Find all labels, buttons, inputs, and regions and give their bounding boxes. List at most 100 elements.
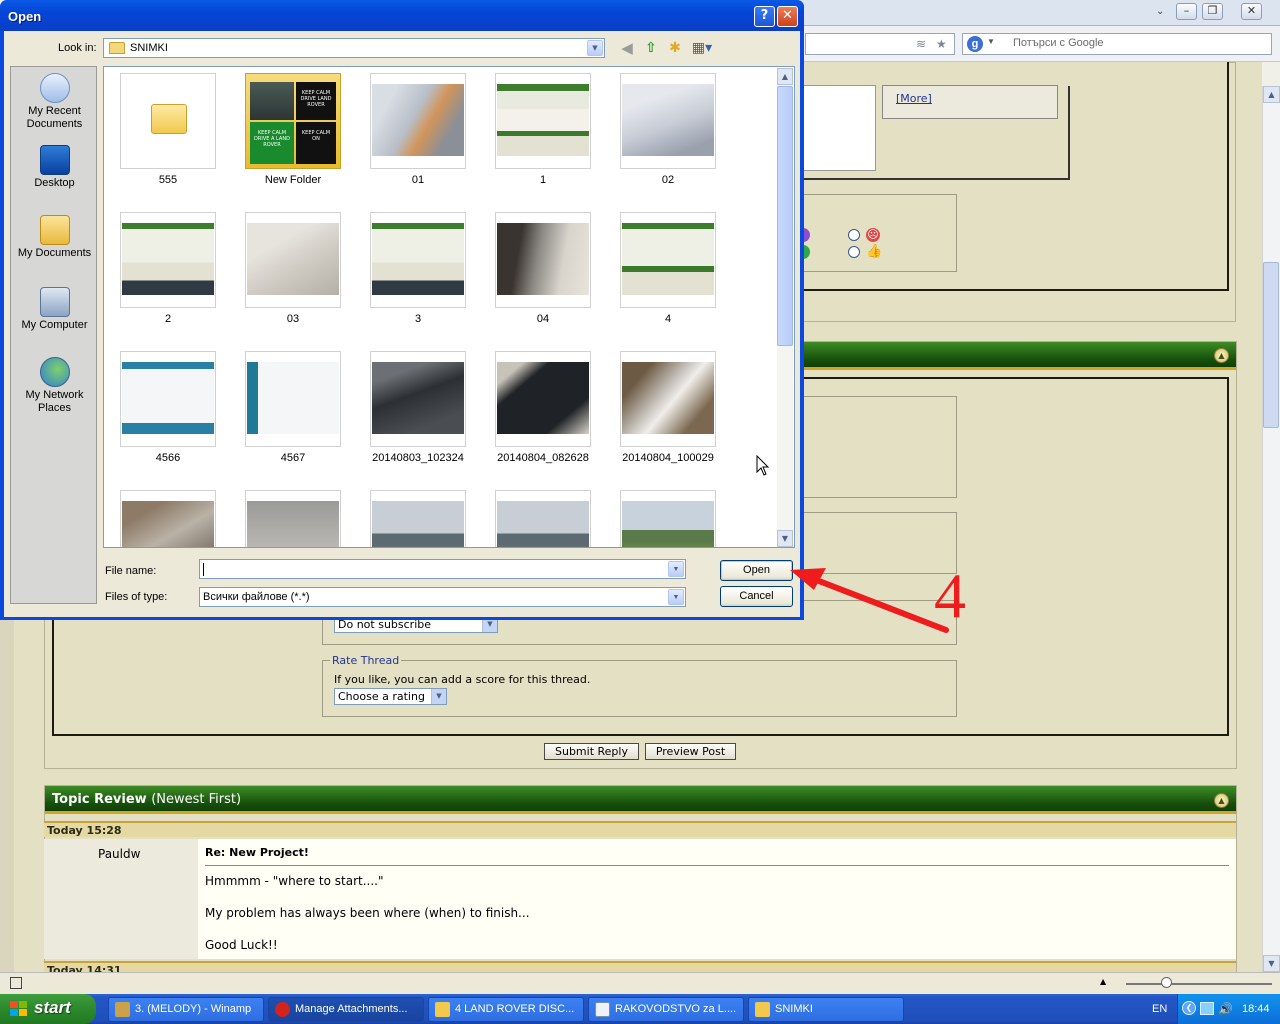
file-name-caption[interactable]: 4567 <box>223 452 363 464</box>
file-name-caption[interactable]: 2 <box>104 313 238 325</box>
file-list-scrollbar-thumb[interactable] <box>777 86 793 346</box>
views-menu-icon[interactable]: ▦▾ <box>690 40 714 56</box>
post-author[interactable]: Pauldw <box>98 847 140 861</box>
scroll-up-icon[interactable]: ▲ <box>777 68 793 85</box>
network-tray-icon[interactable] <box>1200 1002 1214 1015</box>
file-name-input[interactable]: ▼ <box>199 559 686 579</box>
submit-reply-button[interactable]: Submit Reply <box>544 743 639 760</box>
minimize-button[interactable]: – <box>1176 3 1197 20</box>
file-thumbnail[interactable] <box>120 212 216 308</box>
taskbar-item-snimki[interactable]: SNIMKI <box>748 997 904 1022</box>
preview-post-button[interactable]: Preview Post <box>645 743 736 760</box>
taskbar-item-rakovodstvo[interactable]: RAKOVODSTVO za L.... <box>588 997 744 1022</box>
rate-thread-text: If you like, you can add a score for thi… <box>334 673 591 686</box>
file-name-caption[interactable]: 4566 <box>104 452 238 464</box>
place-my-recent-documents[interactable]: My Recent Documents <box>11 73 98 131</box>
chevron-down-icon[interactable]: ▼ <box>668 589 684 605</box>
clock[interactable]: 18:44 <box>1242 1003 1270 1015</box>
file-name-caption[interactable]: 01 <box>348 174 488 186</box>
scroll-up-icon[interactable]: ▲ <box>1263 86 1280 103</box>
file-name-caption[interactable]: 20140804_100029 <box>598 452 738 464</box>
taskbar-item-winamp[interactable]: 3. (MELODY) - Winamp <box>108 997 264 1022</box>
close-button[interactable]: ✕ <box>777 6 798 27</box>
address-bar[interactable]: ≋ ★ <box>805 33 955 55</box>
file-thumbnail[interactable] <box>620 490 716 547</box>
restore-button[interactable]: ❐ <box>1202 3 1223 20</box>
chevron-down-icon[interactable]: ▼ <box>587 40 603 56</box>
zoom-slider-thumb[interactable] <box>1161 977 1172 988</box>
place-my-documents[interactable]: My Documents <box>11 215 98 260</box>
page-scrollbar-thumb[interactable] <box>1263 262 1279 428</box>
file-name-caption[interactable]: 04 <box>473 313 613 325</box>
place-desktop[interactable]: Desktop <box>11 145 98 190</box>
file-thumbnail[interactable] <box>620 73 716 169</box>
file-thumbnail[interactable]: KEEP CALM DRIVE LAND ROVER KEEP CALM DRIVE… <box>245 73 341 169</box>
scroll-down-icon[interactable]: ▼ <box>1263 955 1280 972</box>
chevron-down-icon[interactable]: ⌄ <box>1156 6 1164 17</box>
google-icon[interactable]: g <box>967 36 983 52</box>
screenshot-preview <box>372 223 464 295</box>
start-button[interactable]: start <box>0 994 96 1024</box>
taskbar-item-land-rover[interactable]: 4 LAND ROVER DISC... <box>428 997 584 1022</box>
file-thumbnail[interactable] <box>245 490 341 547</box>
search-input[interactable]: g ▼ Потърси с Google <box>962 33 1272 55</box>
new-folder-icon[interactable]: ✱ <box>666 40 684 56</box>
file-name-caption[interactable]: 03 <box>223 313 363 325</box>
file-thumbnail[interactable] <box>495 490 591 547</box>
file-thumbnail[interactable] <box>245 212 341 308</box>
more-smilies-link[interactable]: [More] <box>896 92 932 105</box>
volume-tray-icon[interactable]: 🔊 <box>1218 1002 1233 1016</box>
file-thumbnail[interactable] <box>495 351 591 447</box>
scroll-down-icon[interactable]: ▼ <box>777 530 793 547</box>
file-thumbnail[interactable] <box>620 351 716 447</box>
help-button[interactable]: ? <box>754 6 775 27</box>
close-button[interactable]: ✕ <box>1241 3 1262 20</box>
chevron-down-icon[interactable]: ▼ <box>668 561 684 577</box>
rating-select[interactable]: Choose a rating ▼ <box>334 688 447 705</box>
chevron-down-icon[interactable]: ▼ <box>431 689 446 704</box>
file-name-caption[interactable]: New Folder <box>223 174 363 186</box>
browser-statusbar: ▲ <box>0 972 1280 994</box>
file-name-caption[interactable]: 20140804_082628 <box>473 452 613 464</box>
file-thumbnail[interactable] <box>370 212 466 308</box>
up-folder-icon[interactable]: ⇧ <box>642 40 660 56</box>
file-name-caption[interactable]: 3 <box>348 313 488 325</box>
page-scrollbar[interactable] <box>1262 86 1280 972</box>
collapse-icon[interactable]: ▲ <box>1214 793 1229 808</box>
look-in-combo[interactable]: SNIMKI ▼ <box>103 38 605 58</box>
topic-review-subtitle: (Newest First) <box>151 792 242 807</box>
file-list-view[interactable]: KEEP CALM DRIVE LAND ROVER KEEP CALM DRIVE… <box>103 66 795 548</box>
place-my-network-places[interactable]: My Network Places <box>11 357 98 415</box>
zoom-slider[interactable] <box>1126 983 1272 985</box>
post-line-1: Hmmmm - "where to start...." <box>205 874 384 888</box>
post-icon-radio-angry[interactable] <box>848 229 860 241</box>
file-thumbnail[interactable] <box>370 490 466 547</box>
file-thumbnail[interactable] <box>620 212 716 308</box>
files-of-type-select[interactable]: Всички файлове (*.*) ▼ <box>199 587 686 607</box>
chevron-up-icon[interactable]: ▲ <box>1100 977 1106 986</box>
file-thumbnail[interactable] <box>120 490 216 547</box>
taskbar-item-opera[interactable]: Manage Attachments... <box>268 997 424 1022</box>
file-thumbnail[interactable] <box>120 73 216 169</box>
file-name-caption[interactable]: 02 <box>598 174 738 186</box>
chevron-down-icon[interactable]: ▼ <box>987 37 995 46</box>
file-thumbnail[interactable] <box>495 73 591 169</box>
show-hidden-icons-button[interactable]: ❮ <box>1182 1001 1196 1015</box>
file-name-caption[interactable]: 4 <box>598 313 738 325</box>
browser-titlebar: ⌄ – ❐ ✕ <box>800 0 1280 26</box>
rss-icon[interactable]: ≋ <box>916 37 926 51</box>
file-name-caption[interactable]: 20140803_102324 <box>348 452 488 464</box>
back-icon[interactable]: ◀ <box>618 40 636 56</box>
collapse-icon[interactable]: ▲ <box>1214 348 1229 363</box>
place-my-computer[interactable]: My Computer <box>11 287 98 332</box>
file-thumbnail[interactable] <box>495 212 591 308</box>
file-thumbnail[interactable] <box>370 351 466 447</box>
language-indicator[interactable]: EN <box>1152 1003 1167 1015</box>
file-name-caption[interactable]: 1 <box>473 174 613 186</box>
file-thumbnail[interactable] <box>245 351 341 447</box>
post-icon-radio-thumbs[interactable] <box>848 246 860 258</box>
star-icon[interactable]: ★ <box>936 37 947 51</box>
file-thumbnail[interactable] <box>370 73 466 169</box>
file-thumbnail[interactable] <box>120 351 216 447</box>
file-name-caption[interactable]: 555 <box>104 174 238 186</box>
